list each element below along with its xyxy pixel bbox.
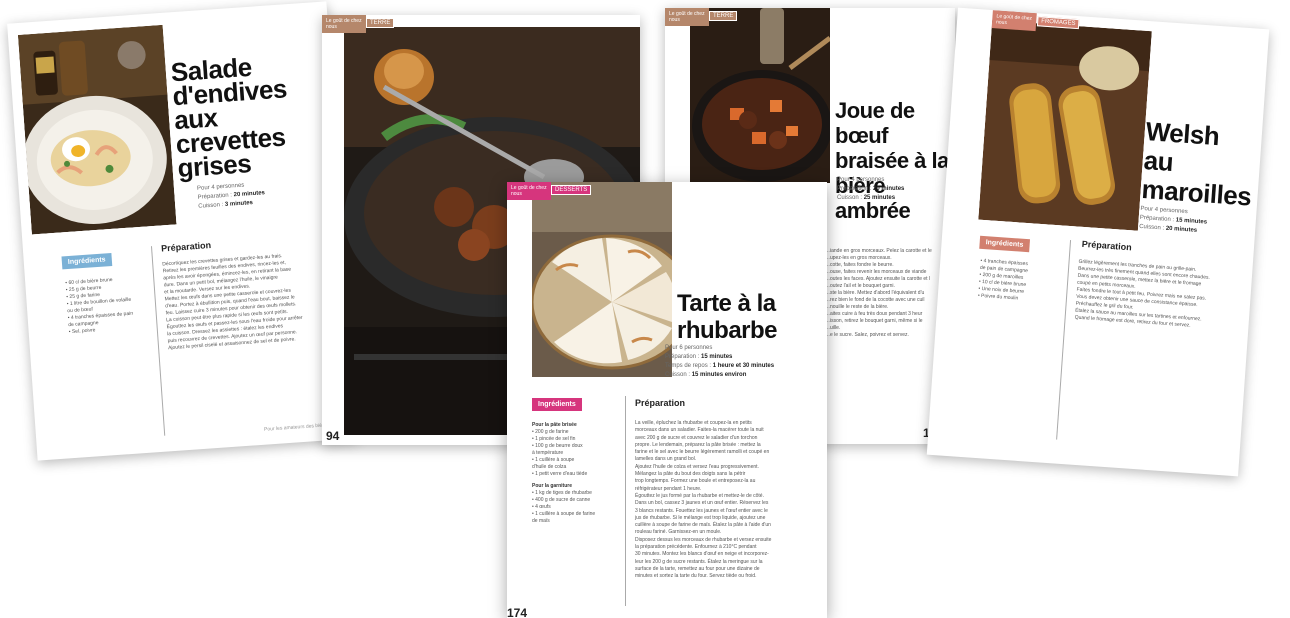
tarte-garniture-heading: Pour la garniture	[532, 483, 573, 489]
tarte-ingredients-block: Pour la pâte brisée • 200 g de farine • …	[532, 422, 595, 525]
salade-ingredients-list: • 60 cl de bière brune • 25 g de beurre …	[65, 276, 134, 336]
pot-ribbon: Le goût de chez nous	[322, 15, 366, 33]
welsh-steps: Grillez légèrement les tranches de pain …	[1074, 258, 1211, 329]
tarte-prep-heading: Préparation	[635, 398, 686, 408]
salade-steps: Décortiquez les crevettes grises et gard…	[162, 253, 303, 352]
tarte-steps: La veille, épluchez la rhubarbe et coupe…	[635, 420, 772, 580]
salade-footer: Pour les amateurs des bières	[263, 422, 330, 433]
welsh-divider	[1056, 240, 1072, 440]
tarte-category: DESSERTS	[551, 185, 592, 195]
tarte-garniture-list: • 1 kg de tiges de rhubarbe • 400 g de s…	[532, 490, 596, 524]
tarte-meta: Pour 6 personnes Préparation : 15 minute…	[665, 345, 775, 378]
page-tarte: Le goût de chez nous DESSERTS Tarte à la…	[507, 182, 827, 618]
joue-photo	[690, 8, 830, 183]
welsh-photo	[978, 20, 1152, 231]
welsh-meta: Pour 4 personnes Préparation : 15 minute…	[1138, 205, 1208, 234]
joue-ribbon: Le goût de chez nous	[665, 8, 709, 26]
joue-meta: Pour 4 personnes Préparation : 20 minute…	[837, 177, 905, 201]
tarte-pate-list: • 200 g de farine • 1 pincée de sel fin …	[532, 429, 588, 477]
welsh-title: Welsh au maroilles	[1140, 116, 1253, 212]
salade-ingredients-tag: Ingrédients	[61, 252, 113, 270]
welsh-ribbon: Le goût de chez nous	[991, 10, 1037, 32]
tarte-pate-heading: Pour la pâte brisée	[532, 422, 577, 428]
tarte-photo	[532, 182, 672, 377]
welsh-ingredients-tag: Ingrédients	[979, 235, 1030, 253]
salade-title: Salade d'endives aux crevettes grises	[169, 51, 288, 184]
salade-prep-heading: Préparation	[160, 240, 212, 254]
joue-title: Joue de bœuf braisée à la bière ambrée	[835, 98, 949, 223]
pot-page-number: 94	[326, 429, 340, 443]
pot-category: TERRE	[366, 18, 395, 28]
tarte-title: Tarte à la rhubarbe	[677, 290, 778, 344]
welsh-ingredients-list: • 4 tranches épaisses de pain de campagn…	[977, 257, 1029, 302]
tarte-ribbon: Le goût de chez nous	[507, 182, 551, 200]
tarte-ingredients-tag: Ingrédients	[532, 398, 582, 411]
page-salade: Salade d'endives aux crevettes grises Po…	[7, 1, 357, 461]
joue-category: TERRE	[709, 11, 738, 21]
page-welsh: Le goût de chez nous FROMAGES Welsh au m…	[926, 7, 1270, 477]
tarte-divider	[625, 396, 626, 606]
salade-photo	[17, 24, 177, 235]
joue-steps: …iande en gros morceaux. Pelez la carott…	[825, 248, 932, 338]
welsh-prep-heading: Préparation	[1081, 238, 1133, 253]
salade-meta: Pour 4 personnes Préparation : 20 minute…	[196, 182, 266, 210]
tarte-page-number: 174	[507, 606, 528, 618]
